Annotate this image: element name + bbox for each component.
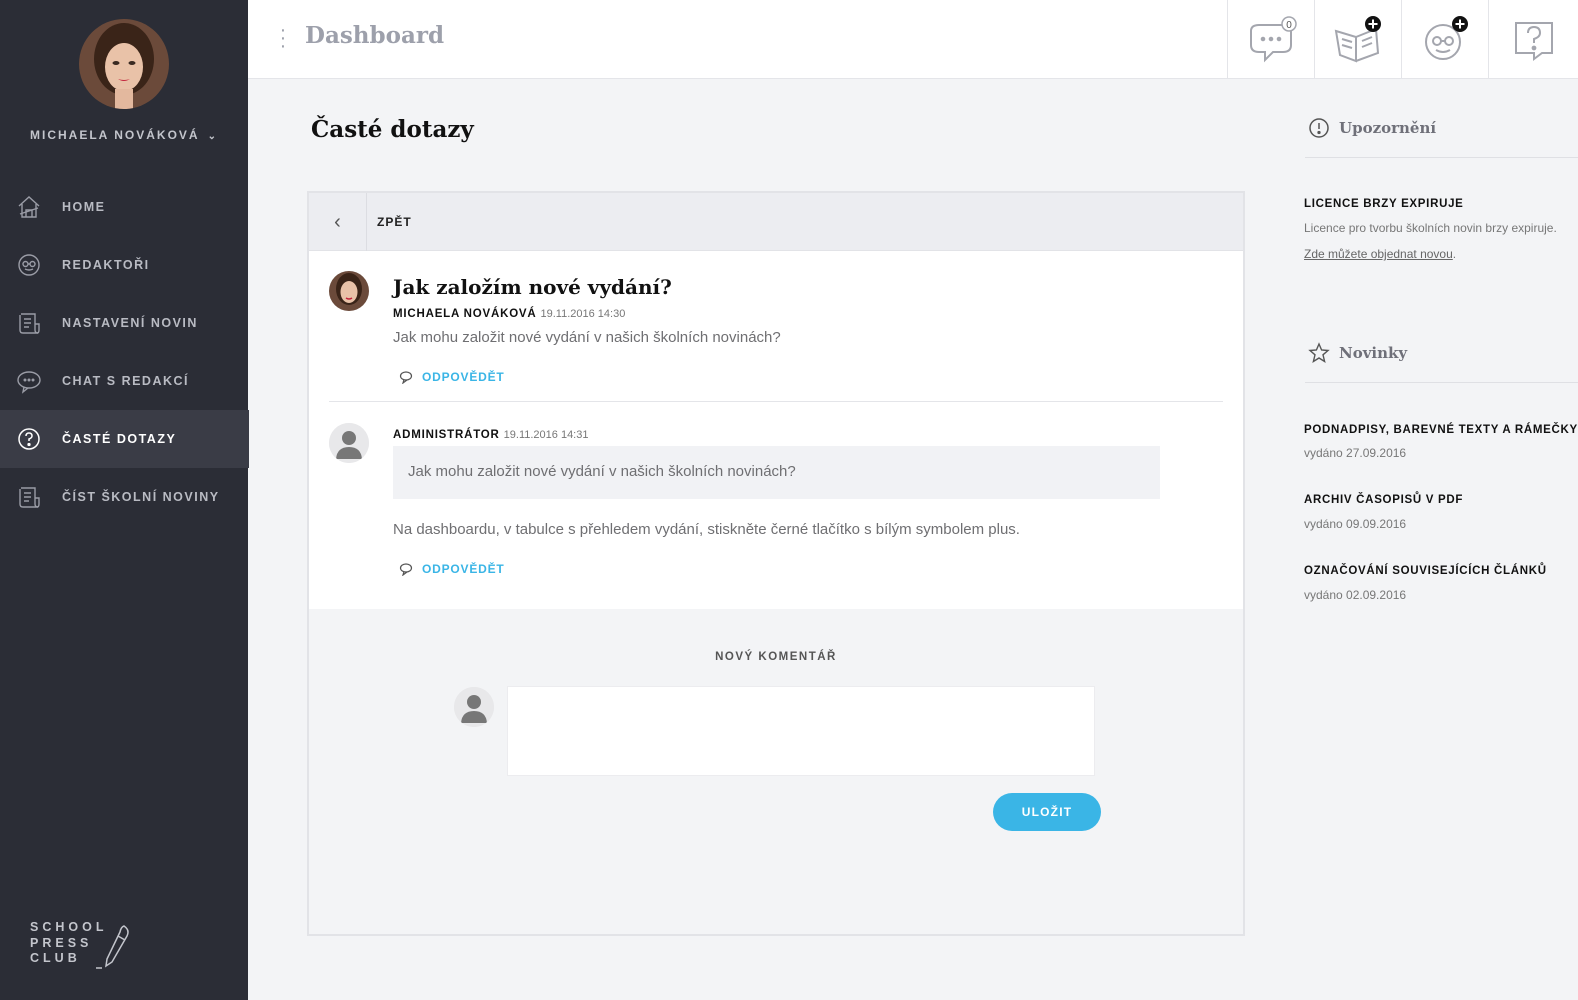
order-license-link[interactable]: Zde můžete objednat novou <box>1304 247 1453 261</box>
read-newspaper-icon <box>19 487 40 508</box>
question-title: Jak založím nové vydání? <box>393 275 672 299</box>
question-icon <box>18 428 40 450</box>
add-issue-icon <box>1334 15 1381 62</box>
post-date: 19.11.2016 14:30 <box>540 308 626 320</box>
chat-count: 0 <box>1286 20 1292 31</box>
alerts-section-title: Upozornění <box>1308 117 1436 139</box>
add-editor-icon <box>1425 15 1468 60</box>
new-comment-label: NOVÝ KOMENTÁŘ <box>715 651 837 663</box>
user-name: MICHAELA NOVÁKOVÁ <box>30 128 200 142</box>
quoted-question: Jak mohu založit nové vydání v našich šk… <box>393 446 1160 499</box>
alert-link-suffix: . <box>1452 247 1457 261</box>
sidebar-item-chat[interactable]: CHAT S REDAKCÍ <box>0 352 249 410</box>
news-item-title[interactable]: PODNADPISY, BAREVNÉ TEXTY A RÁMEČKY <box>1304 424 1578 436</box>
main-title: Časté dotazy <box>311 116 474 143</box>
reply-label: ODPOVĚDĚT <box>422 562 505 576</box>
sidebar-item-newspaper-settings[interactable]: NASTAVENÍ NOVIN <box>0 294 249 352</box>
newspaper-settings-icon <box>19 313 40 334</box>
back-label[interactable]: ZPĚT <box>377 215 412 229</box>
reply-button[interactable]: ODPOVĚDĚT <box>399 370 505 384</box>
answer-text: Na dashboardu, v tabulce s přehledem vyd… <box>393 521 1020 538</box>
pen-icon <box>96 925 129 969</box>
thread: Jak založím nové vydání? MICHAELA NOVÁKO… <box>309 251 1243 609</box>
alert-link-row: Zde můžete objednat novou. <box>1304 247 1456 261</box>
avatar <box>329 271 369 311</box>
page-title: Dashboard <box>305 22 445 49</box>
add-issue-button[interactable] <box>1314 0 1401 79</box>
news-item-title[interactable]: ARCHIV ČASOPISŮ V PDF <box>1304 494 1463 506</box>
add-editor-button[interactable] <box>1401 0 1488 79</box>
sidebar-item-label: HOME <box>62 200 106 214</box>
question-text: Jak mohu založit nové vydání v našich šk… <box>393 329 781 346</box>
home-icon <box>18 196 40 218</box>
news-section-title: Novinky <box>1308 342 1407 364</box>
news-item-title[interactable]: OZNAČOVÁNÍ SOUVISEJÍCÍCH ČLÁNKŮ <box>1304 565 1547 577</box>
post-date: 19.11.2016 14:31 <box>503 429 589 441</box>
news-title: Novinky <box>1339 344 1408 362</box>
news-item-date: vydáno 02.09.2016 <box>1304 588 1407 602</box>
more-vertical-icon[interactable]: · · · <box>278 20 288 56</box>
post-meta: MICHAELA NOVÁKOVÁ 19.11.2016 14:30 <box>393 308 625 320</box>
question-post: Jak založím nové vydání? MICHAELA NOVÁKO… <box>329 271 1223 389</box>
sidebar-item-home[interactable]: HOME <box>0 178 249 236</box>
chat-icon <box>17 371 41 394</box>
save-button[interactable]: ULOŽIT <box>993 793 1101 831</box>
back-button[interactable]: ‹ <box>309 193 367 251</box>
divider <box>1305 157 1578 158</box>
comment-textarea[interactable] <box>507 686 1095 776</box>
sidebar-item-label: REDAKTOŘI <box>62 258 150 272</box>
sidebar-item-read-newspaper[interactable]: ČÍST ŠKOLNÍ NOVINY <box>0 468 249 526</box>
star-icon <box>1308 342 1330 363</box>
user-avatar[interactable] <box>79 19 169 109</box>
reply-label: ODPOVĚDĚT <box>422 370 505 384</box>
sidebar-item-label: ČÍST ŠKOLNÍ NOVINY <box>62 490 220 504</box>
sidebar-item-faq[interactable]: ČASTÉ DOTAZY <box>0 410 249 468</box>
sidebar-item-label: ČASTÉ DOTAZY <box>62 432 177 446</box>
divider <box>1305 382 1578 383</box>
divider <box>329 401 1223 402</box>
post-author: MICHAELA NOVÁKOVÁ <box>393 308 537 320</box>
sidebar-item-label: NASTAVENÍ NOVIN <box>62 316 198 330</box>
news-item-date: vydáno 27.09.2016 <box>1304 446 1407 460</box>
alert-heading: LICENCE BRZY EXPIRUJE <box>1304 198 1464 210</box>
news-item-date: vydáno 09.09.2016 <box>1304 517 1407 531</box>
faq-card: ‹ ZPĚT Jak založím nové vydání? MICHAELA… <box>307 191 1245 936</box>
help-icon <box>1514 21 1553 61</box>
top-bar: · · · Dashboard 0 <box>248 0 1578 79</box>
chat-button[interactable]: 0 <box>1227 0 1314 79</box>
comment-icon <box>399 563 413 576</box>
sidebar: MICHAELA NOVÁKOVÁ ⌄ HOME REDAKTOŘI NASTAV… <box>0 0 249 1000</box>
avatar <box>329 423 369 463</box>
card-header: ‹ ZPĚT <box>309 193 1243 251</box>
avatar <box>454 687 494 727</box>
chevron-left-icon: ‹ <box>334 210 341 233</box>
sidebar-item-label: CHAT S REDAKCÍ <box>62 374 190 388</box>
chat-icon: 0 <box>1250 15 1297 62</box>
alerts-title: Upozornění <box>1339 119 1437 137</box>
alert-text: Licence pro tvorbu školních novin brzy e… <box>1304 221 1557 235</box>
editors-icon <box>18 254 40 276</box>
post-author: ADMINISTRÁTOR <box>393 429 500 441</box>
answer-post: ADMINISTRÁTOR 19.11.2016 14:31 Jak mohu z… <box>329 423 1223 593</box>
reply-button[interactable]: ODPOVĚDĚT <box>399 562 505 576</box>
post-meta: ADMINISTRÁTOR 19.11.2016 14:31 <box>393 429 588 441</box>
sidebar-item-editors[interactable]: REDAKTOŘI <box>0 236 249 294</box>
help-button[interactable] <box>1488 0 1578 79</box>
comment-icon <box>399 371 413 384</box>
alert-icon <box>1309 118 1329 138</box>
chevron-down-icon: ⌄ <box>207 131 218 142</box>
user-menu[interactable]: MICHAELA NOVÁKOVÁ ⌄ <box>0 128 248 142</box>
sidebar-nav: HOME REDAKTOŘI NASTAVENÍ NOVIN CHAT S RE… <box>0 178 249 526</box>
